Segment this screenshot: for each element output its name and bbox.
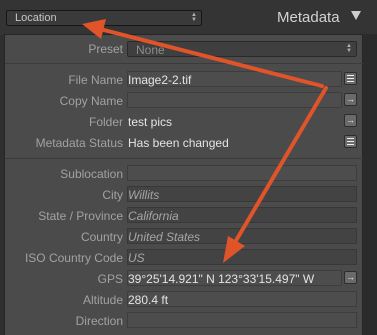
copy-name-field[interactable] (127, 92, 342, 108)
collapse-triangle-icon[interactable] (351, 11, 361, 20)
gps-value: 39°25'14.921" N 123°33'15.497" W (128, 272, 315, 286)
direction-field[interactable] (127, 312, 357, 328)
sublocation-field[interactable] (127, 165, 357, 181)
preset-row: Preset None ▲ ▼ (5, 38, 364, 59)
list-icon (347, 75, 354, 76)
file-name-row: File Name Image2-2.tif (5, 69, 364, 90)
gps-row: GPS 39°25'14.921" N 123°33'15.497" W → (5, 268, 364, 289)
preset-selector-label: Location (15, 12, 57, 24)
file-name-list-button[interactable] (344, 72, 357, 85)
country-label: Country (80, 230, 123, 244)
iso-country-code-value: US (128, 251, 145, 265)
folder-row: Folder test pics → (5, 111, 364, 132)
iso-country-code-field[interactable] (127, 249, 357, 265)
metadata-preset-selector[interactable]: Location ▲ ▼ (6, 10, 202, 26)
direction-label: Direction (75, 314, 123, 328)
preset-label: Preset (88, 42, 123, 56)
section-divider (5, 63, 364, 64)
panel-title: Metadata (277, 9, 340, 26)
list-icon (347, 138, 354, 139)
stepper-icon: ▲ ▼ (191, 12, 197, 23)
section-divider (5, 158, 364, 159)
arrow-right-icon[interactable]: → (344, 114, 357, 127)
city-value: Willits (128, 188, 160, 202)
country-row: Country United States (5, 226, 364, 247)
folder-label: Folder (88, 115, 123, 129)
iso-country-code-label: ISO Country Code (24, 251, 123, 265)
gps-label: GPS (97, 272, 123, 286)
copy-name-row: Copy Name → (5, 90, 364, 111)
altitude-value: 280.4 ft (128, 293, 169, 307)
metadata-status-row: Metadata Status Has been changed (5, 132, 364, 153)
file-name-value: Image2-2.tif (128, 73, 192, 87)
altitude-label: Altitude (82, 293, 123, 307)
folder-value: test pics (128, 115, 173, 129)
stepper-icon: ▲ ▼ (346, 43, 352, 54)
sublocation-row: Sublocation (5, 163, 364, 184)
preset-value: None (136, 43, 165, 57)
metadata-status-label: Metadata Status (35, 136, 123, 150)
country-value: United States (128, 230, 201, 244)
altitude-row: Altitude 280.4 ft (5, 289, 364, 310)
file-name-label: File Name (68, 73, 123, 87)
arrow-right-icon[interactable]: → (344, 271, 357, 284)
arrow-right-icon[interactable]: → (344, 93, 357, 106)
preset-dropdown[interactable]: None ▲ ▼ (127, 41, 357, 57)
metadata-status-value: Has been changed (128, 136, 229, 150)
city-field[interactable] (127, 186, 357, 202)
state-province-value: California (128, 209, 179, 223)
city-row: City Willits (5, 184, 364, 205)
direction-row: Direction (5, 310, 364, 331)
sublocation-label: Sublocation (60, 167, 123, 181)
metadata-panel: Preset None ▲ ▼ File Name Image2-2.tif Co… (4, 34, 364, 335)
metadata-status-list-button[interactable] (344, 135, 357, 148)
iso-country-code-row: ISO Country Code US (5, 247, 364, 268)
scrollbar-track[interactable] (363, 34, 377, 335)
city-label: City (102, 188, 123, 202)
state-province-row: State / Province California (5, 205, 364, 226)
copy-name-label: Copy Name (59, 94, 123, 108)
panel-header: Location ▲ ▼ Metadata (0, 0, 377, 35)
state-province-label: State / Province (38, 209, 123, 223)
